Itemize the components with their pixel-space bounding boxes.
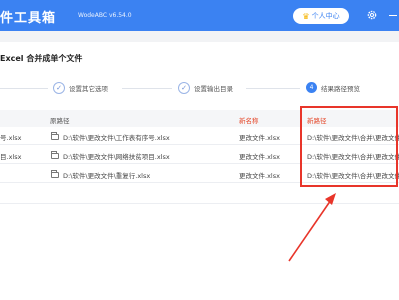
step-result-preview[interactable]: 4 结果路径预览 bbox=[306, 82, 360, 93]
original-path: D:\软件\更改文件\网络扶贫项目.xlsx bbox=[63, 153, 170, 161]
step-connector bbox=[122, 88, 172, 89]
step-other-options[interactable]: ✓ 设置其它选项 bbox=[53, 82, 108, 94]
step-connector bbox=[246, 88, 300, 89]
step-number: 4 bbox=[306, 82, 317, 93]
check-circle-icon: ✓ bbox=[53, 82, 65, 94]
new-name: 更改文件.xlsx bbox=[239, 172, 280, 180]
column-new-name: 新名称 bbox=[239, 117, 259, 125]
step-label: 设置其它选项 bbox=[69, 85, 108, 93]
highlight-box bbox=[300, 106, 398, 187]
step-label: 设置输出目录 bbox=[194, 85, 233, 93]
title-bar: 件工具箱 WodeABC v6.54.0 ♛ 个人中心 bbox=[0, 0, 399, 31]
folder-icon[interactable] bbox=[51, 151, 59, 159]
app-title: 件工具箱 bbox=[0, 11, 57, 26]
check-circle-icon: ✓ bbox=[178, 82, 190, 94]
page-title: Excel 合并成单个文件 bbox=[0, 54, 83, 63]
folder-icon[interactable] bbox=[51, 132, 59, 140]
step-label: 结果路径预览 bbox=[321, 84, 360, 93]
user-center-label: 个人中心 bbox=[311, 12, 340, 20]
new-name: 更改文件.xlsx bbox=[239, 134, 280, 142]
original-path: D:\软件\更改文件\工作表有序号.xlsx bbox=[63, 134, 170, 142]
divider bbox=[0, 203, 399, 204]
folder-icon[interactable] bbox=[51, 170, 59, 178]
app-version: WodeABC v6.54.0 bbox=[78, 12, 132, 19]
file-name: 目.xlsx bbox=[0, 153, 22, 161]
step-output-dir[interactable]: ✓ 设置输出目录 bbox=[178, 82, 233, 94]
column-original-path: 原路径 bbox=[50, 117, 70, 125]
user-center-button[interactable]: ♛ 个人中心 bbox=[293, 8, 349, 24]
crown-icon: ♛ bbox=[302, 11, 310, 21]
original-path: D:\软件\更改文件\重复行.xlsx bbox=[63, 172, 151, 180]
gear-icon[interactable] bbox=[366, 9, 378, 21]
file-name: 号.xlsx bbox=[0, 134, 22, 142]
new-name: 更改文件.xlsx bbox=[239, 153, 280, 161]
minimize-button[interactable] bbox=[389, 15, 397, 16]
step-connector bbox=[0, 88, 48, 89]
